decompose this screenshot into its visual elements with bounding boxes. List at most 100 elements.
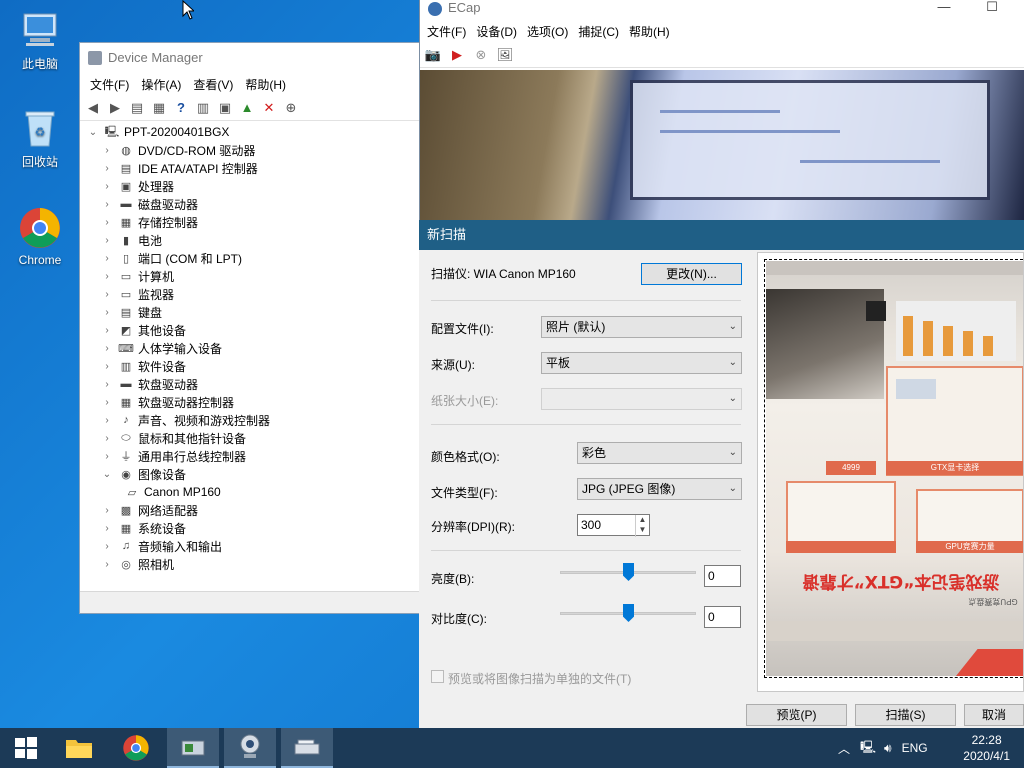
update-driver-icon[interactable]: ▲ xyxy=(238,99,256,117)
help-icon[interactable]: ? xyxy=(172,99,190,117)
volume-icon[interactable]: 🔊︎ xyxy=(884,741,892,756)
expand-chevron-icon[interactable]: › xyxy=(100,199,114,210)
taskbar-scanner[interactable] xyxy=(281,728,333,768)
menu-help[interactable]: 帮助(H) xyxy=(239,76,292,93)
tree-item[interactable]: › ▦ 软盘驱动器控制器 xyxy=(86,393,423,411)
expand-chevron-icon[interactable]: › xyxy=(100,217,114,228)
menu-capture[interactable]: 捕捉(C) xyxy=(573,23,624,40)
desktop-icon-recycle-bin[interactable]: ♻ 回收站 xyxy=(5,106,75,170)
back-arrow-icon[interactable]: ◀ xyxy=(84,99,102,117)
color-format-select[interactable]: 彩色 ⌄ xyxy=(577,442,742,464)
menu-view[interactable]: 查看(V) xyxy=(187,76,239,93)
tree-root[interactable]: ⌄ 🖳 PPT-20200401BGX xyxy=(86,123,423,141)
device-manager-titlebar[interactable]: Device Manager xyxy=(80,43,423,73)
minimize-button[interactable]: — xyxy=(930,0,958,18)
tree-item[interactable]: ⌄ ◉ 图像设备 xyxy=(86,465,423,483)
record-icon[interactable]: ▶ xyxy=(448,46,466,64)
camera-snapshot-icon[interactable]: 📷 xyxy=(424,46,442,64)
expand-chevron-icon[interactable]: › xyxy=(100,289,114,300)
spin-arrows-icon[interactable]: ▲ ▼ xyxy=(635,515,649,537)
tree-item[interactable]: › ▦ 系统设备 xyxy=(86,519,423,537)
expand-chevron-icon[interactable]: › xyxy=(100,451,114,462)
scan-button[interactable]: 扫描(S) xyxy=(855,704,956,726)
expand-chevron-icon[interactable]: › xyxy=(100,559,114,570)
expand-chevron-icon[interactable]: › xyxy=(100,253,114,264)
image-icon[interactable]: 🖼 xyxy=(496,46,514,64)
expand-chevron-icon[interactable]: › xyxy=(100,325,114,336)
scan-selection-frame[interactable] xyxy=(764,259,1023,678)
clock[interactable]: 22:28 2020/4/1 xyxy=(963,732,1010,764)
tree-item[interactable]: › ▭ 计算机 xyxy=(86,267,423,285)
contrast-input[interactable]: 0 xyxy=(704,606,741,628)
file-type-select[interactable]: JPG (JPEG 图像) ⌄ xyxy=(577,478,742,500)
expand-chevron-icon[interactable]: › xyxy=(100,415,114,426)
expand-chevron-icon[interactable]: › xyxy=(100,181,114,192)
tree-item[interactable]: › ▣ 处理器 xyxy=(86,177,423,195)
tree-item[interactable]: › ◩ 其他设备 xyxy=(86,321,423,339)
menu-options[interactable]: 选项(O) xyxy=(522,23,573,40)
tree-item[interactable]: › ⏚ 通用串行总线控制器 xyxy=(86,447,423,465)
taskbar-chrome[interactable] xyxy=(110,728,162,768)
expand-chevron-icon[interactable]: › xyxy=(100,505,114,516)
tree-item[interactable]: › ▯ 端口 (COM 和 LPT) xyxy=(86,249,423,267)
language-indicator[interactable]: ENG xyxy=(902,741,928,755)
contrast-slider-thumb[interactable] xyxy=(623,604,634,622)
disable-device-icon[interactable]: ⊕ xyxy=(282,99,300,117)
separate-files-checkbox[interactable] xyxy=(431,670,444,683)
expand-chevron-icon[interactable]: › xyxy=(100,541,114,552)
resolution-input[interactable]: 300 ▲ ▼ xyxy=(577,514,650,537)
expand-chevron-icon[interactable]: › xyxy=(100,379,114,390)
network-icon[interactable]: 🖳 xyxy=(860,738,876,759)
menu-action[interactable]: 操作(A) xyxy=(135,76,187,93)
scan-hardware-icon[interactable]: ▣ xyxy=(216,99,234,117)
resource-view-icon[interactable]: ▥ xyxy=(194,99,212,117)
start-button[interactable] xyxy=(0,728,52,768)
tree-item[interactable]: › ♫ 音频输入和输出 xyxy=(86,537,423,555)
tree-item[interactable]: › ⌨ 人体学输入设备 xyxy=(86,339,423,357)
expand-chevron-icon[interactable]: › xyxy=(100,235,114,246)
brightness-input[interactable]: 0 xyxy=(704,565,741,587)
taskbar-device-manager[interactable] xyxy=(167,728,219,768)
brightness-slider-thumb[interactable] xyxy=(623,563,634,581)
expand-chevron-icon[interactable]: › xyxy=(100,361,114,372)
tree-item[interactable]: › ♪ 声音、视频和游戏控制器 xyxy=(86,411,423,429)
expand-chevron-icon[interactable]: › xyxy=(100,307,114,318)
tree-item[interactable]: › ▥ 软件设备 xyxy=(86,357,423,375)
tree-item[interactable]: › ▮ 电池 xyxy=(86,231,423,249)
tree-item[interactable]: › ◎ 照相机 xyxy=(86,555,423,573)
preview-button[interactable]: 预览(P) xyxy=(746,704,847,726)
expand-chevron-icon[interactable]: › xyxy=(100,397,114,408)
expand-chevron-icon[interactable]: › xyxy=(100,145,114,156)
show-hidden-icons-chevron-icon[interactable]: ︿ xyxy=(838,740,850,757)
menu-file[interactable]: 文件(F) xyxy=(84,76,135,93)
properties-icon[interactable]: ▤ xyxy=(128,99,146,117)
source-select[interactable]: 平板 ⌄ xyxy=(541,352,742,374)
uninstall-icon[interactable]: ✕ xyxy=(260,99,278,117)
change-scanner-button[interactable]: 更改(N)... xyxy=(641,263,742,285)
expand-chevron-icon[interactable]: › xyxy=(100,271,114,282)
menu-file[interactable]: 文件(F) xyxy=(422,23,471,40)
collapse-chevron-icon[interactable]: ⌄ xyxy=(86,127,100,138)
stop-icon[interactable]: ⊗ xyxy=(472,46,490,64)
tree-item[interactable]: › ▤ 键盘 xyxy=(86,303,423,321)
tree-item[interactable]: › ▦ 存储控制器 xyxy=(86,213,423,231)
desktop-icon-this-pc[interactable]: 此电脑 xyxy=(5,8,75,72)
menu-device[interactable]: 设备(D) xyxy=(471,23,522,40)
menu-help[interactable]: 帮助(H) xyxy=(624,23,675,40)
dialog-title[interactable]: 新扫描 xyxy=(419,220,1024,250)
profile-select[interactable]: 照片 (默认) ⌄ xyxy=(541,316,742,338)
ecap-titlebar[interactable]: ECap — ☐ xyxy=(420,0,1024,20)
tree-item[interactable]: › ▭ 监视器 xyxy=(86,285,423,303)
tree-child-item[interactable]: ▱ Canon MP160 xyxy=(86,483,423,501)
tree-item[interactable]: › ▩ 网络适配器 xyxy=(86,501,423,519)
expand-chevron-icon[interactable]: › xyxy=(100,523,114,534)
expand-chevron-icon[interactable]: › xyxy=(100,343,114,354)
tree-item[interactable]: › ▬ 磁盘驱动器 xyxy=(86,195,423,213)
cancel-button[interactable]: 取消 xyxy=(964,704,1024,726)
desktop-icon-chrome[interactable]: Chrome xyxy=(5,206,75,267)
tree-item[interactable]: › ⬭ 鼠标和其他指针设备 xyxy=(86,429,423,447)
tree-view-icon[interactable]: ▦ xyxy=(150,99,168,117)
taskbar-file-explorer[interactable] xyxy=(53,728,105,768)
tree-item[interactable]: › ◍ DVD/CD-ROM 驱动器 xyxy=(86,141,423,159)
maximize-button[interactable]: ☐ xyxy=(978,0,1006,18)
